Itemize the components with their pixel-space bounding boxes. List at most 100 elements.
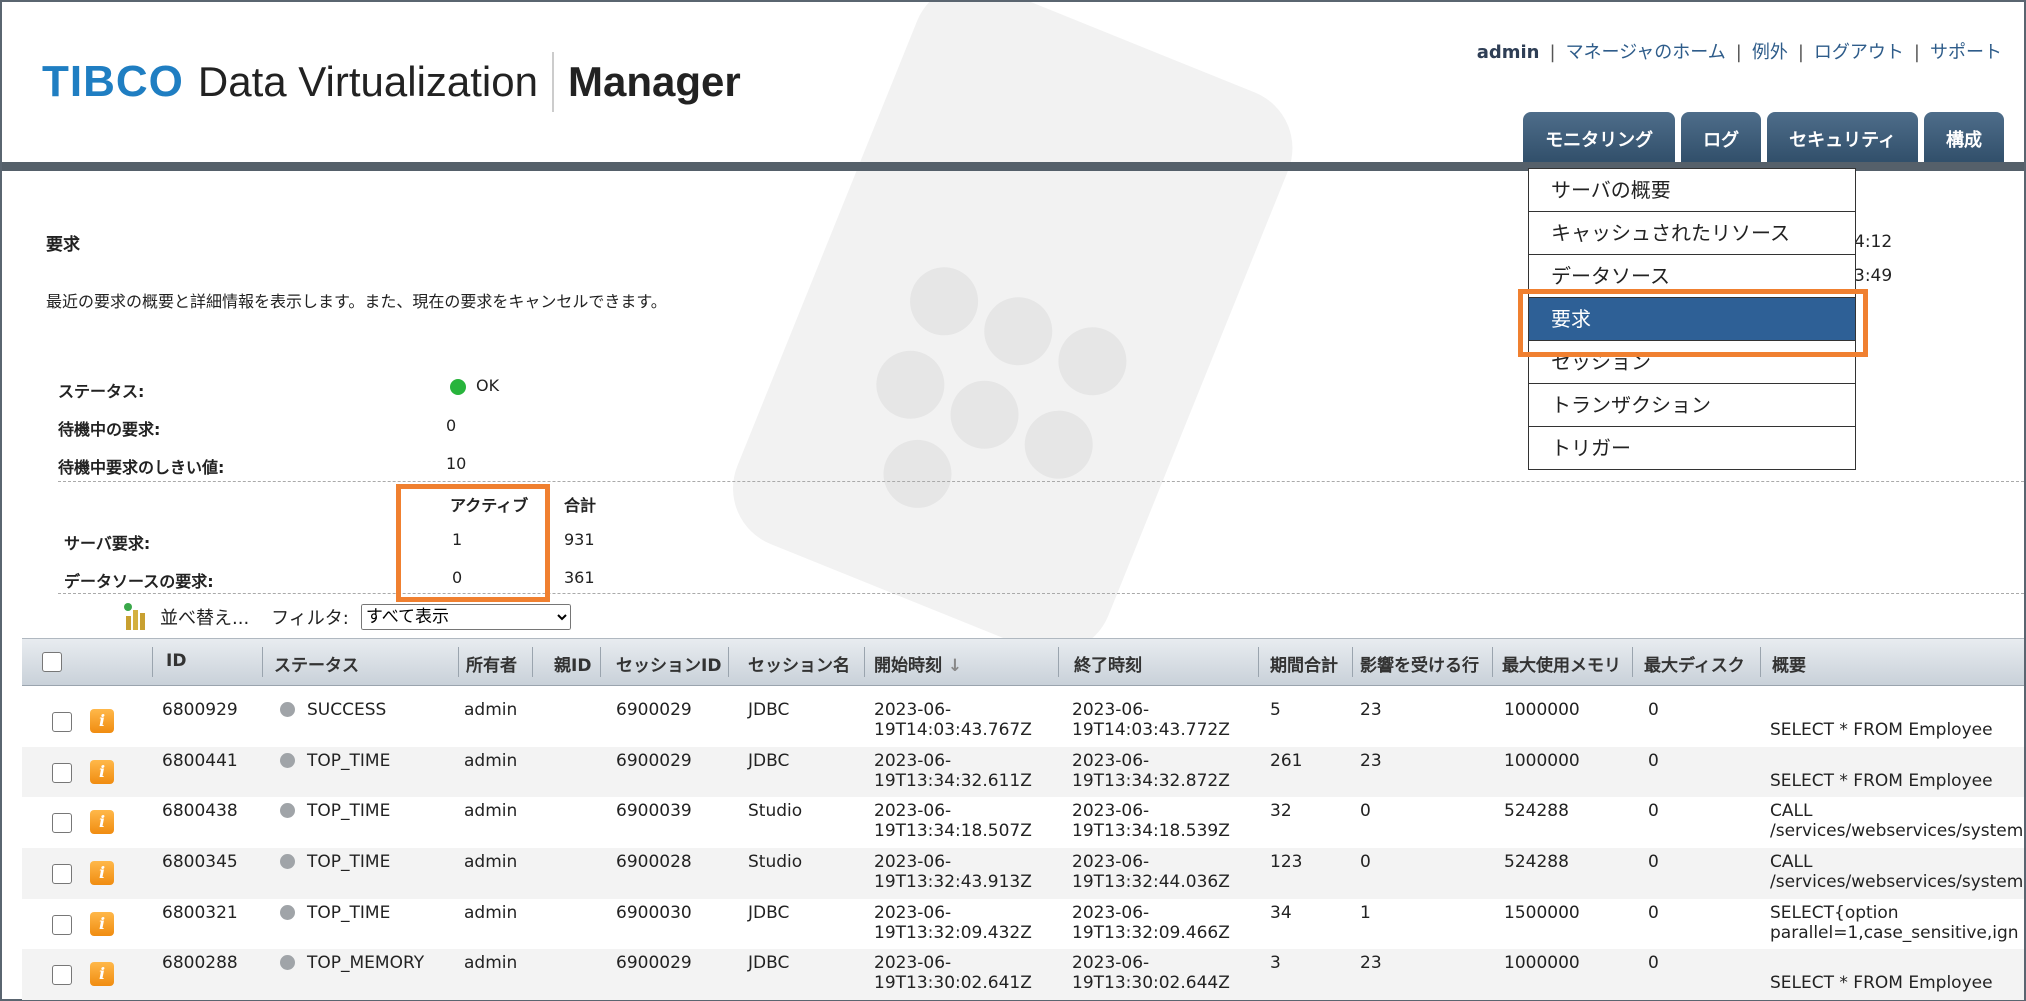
module-name: Manager <box>567 58 741 105</box>
brand-name: TIBCO <box>42 57 184 106</box>
col-start-time[interactable]: 開始時刻 ↓ <box>874 651 962 676</box>
cell-session-id: 6900029 <box>616 750 692 771</box>
table-row[interactable]: i 6800321 TOP_TIME admin 6900030 JDBC 2023-06-… <box>22 899 2024 950</box>
info-icon[interactable]: i <box>90 962 114 987</box>
sort-desc-icon: ↓ <box>947 656 963 676</box>
col-max-disk[interactable]: 最大ディスク <box>1644 651 1745 676</box>
cell-owner: admin <box>464 700 518 720</box>
tab-security[interactable]: セキュリティ <box>1767 112 1918 166</box>
support-link[interactable]: サポート <box>1930 42 2002 63</box>
filter-bar: 並べ替え... フィルタ: すべて表示 <box>122 602 571 632</box>
threshold-value: 10 <box>446 454 467 473</box>
col-session-id[interactable]: セッションID <box>616 651 721 676</box>
table-row[interactable]: i 6800929 SUCCESS admin 6900029 JDBC 2023-06- 1… <box>22 696 2024 747</box>
col-end-time[interactable]: 終了時刻 <box>1074 651 1142 676</box>
cell-owner: admin <box>464 852 518 873</box>
info-icon[interactable]: i <box>90 709 114 733</box>
row-checkbox[interactable] <box>52 813 72 834</box>
cell-session-id: 6900028 <box>616 852 692 873</box>
cell-session-id: 6900029 <box>616 700 692 720</box>
partial-text: 3:49 <box>1854 266 1893 286</box>
row-checkbox[interactable] <box>52 914 72 935</box>
cell-session-id: 6900030 <box>616 902 692 923</box>
cell-session-id: 6900029 <box>616 953 692 974</box>
tab-config[interactable]: 構成 <box>1924 112 2004 166</box>
col-session-name[interactable]: セッション名 <box>748 651 850 676</box>
status-dot-icon <box>280 854 295 870</box>
cell-duration: 3 <box>1270 953 1281 974</box>
main-tabs: モニタリング ログ セキュリティ 構成 <box>1523 112 2004 166</box>
status-value: OK <box>450 376 499 395</box>
cell-session-name: JDBC <box>748 953 790 974</box>
cell-session-name: Studio <box>748 801 803 822</box>
table-header: ID ステータス 所有者 親ID セッションID セッション名 開始時刻 ↓ 終… <box>22 638 2024 686</box>
col-status[interactable]: ステータス <box>274 651 359 676</box>
cell-start-time: 2023-06- 19T14:03:43.767Z <box>874 700 1032 740</box>
info-icon[interactable]: i <box>90 759 114 784</box>
status-ok-icon <box>450 378 466 395</box>
filter-select[interactable]: すべて表示 <box>360 604 571 630</box>
cell-id: 6800321 <box>162 902 238 923</box>
user-name: admin <box>1476 42 1540 63</box>
menu-item-server-overview[interactable]: サーバの概要 <box>1529 169 1855 212</box>
cell-start-time: 2023-06- 19T13:34:32.611Z <box>874 750 1032 791</box>
cell-status: TOP_TIME <box>280 751 390 771</box>
cell-max-disk: 0 <box>1648 700 1659 720</box>
menu-item-cached-resources[interactable]: キャッシュされたリソース <box>1529 212 1855 255</box>
row-checkbox[interactable] <box>52 762 72 783</box>
menu-item-triggers[interactable]: トリガー <box>1529 427 1855 469</box>
col-id[interactable]: ID <box>166 651 186 671</box>
cell-owner: admin <box>464 902 518 923</box>
cell-max-memory: 1000000 <box>1504 750 1580 771</box>
cell-session-name: JDBC <box>748 750 790 771</box>
col-affected-rows[interactable]: 影響を受ける行 <box>1360 651 1479 676</box>
cell-id: 6800929 <box>162 700 238 720</box>
cell-max-memory: 1000000 <box>1504 953 1580 974</box>
cell-max-disk: 0 <box>1648 852 1659 873</box>
col-owner[interactable]: 所有者 <box>466 651 517 676</box>
row-checkbox[interactable] <box>52 864 72 885</box>
cell-owner: admin <box>464 953 518 974</box>
table-row[interactable]: i 6800288 TOP_MEMORY admin 6900029 JDBC 2023-0… <box>22 949 2024 1001</box>
table-row[interactable]: i 6800441 TOP_TIME admin 6900029 JDBC 2023-06-… <box>22 746 2024 798</box>
select-all-checkbox[interactable] <box>42 652 62 672</box>
cell-duration: 123 <box>1270 852 1303 873</box>
cell-owner: admin <box>464 750 518 771</box>
status-label: ステータス: <box>58 382 145 401</box>
status-dot-icon <box>280 803 295 819</box>
cell-affected-rows: 23 <box>1360 700 1382 720</box>
tab-log[interactable]: ログ <box>1681 112 1762 166</box>
cell-end-time: 2023-06- 19T13:32:44.036Z <box>1072 852 1230 893</box>
table-row[interactable]: i 6800438 TOP_TIME admin 6900039 Studio 2023-0… <box>22 797 2024 848</box>
exceptions-link[interactable]: 例外 <box>1752 42 1788 63</box>
cell-max-disk: 0 <box>1648 953 1659 974</box>
home-link[interactable]: マネージャのホーム <box>1566 42 1726 63</box>
info-icon[interactable]: i <box>90 911 114 936</box>
info-icon[interactable]: i <box>90 861 114 886</box>
logo-divider <box>551 52 554 112</box>
cell-summary: CALL/services/webservices/system <box>1770 801 2024 842</box>
col-summary[interactable]: 概要 <box>1772 651 1806 676</box>
col-parent-id[interactable]: 親ID <box>554 651 591 676</box>
cell-status: TOP_MEMORY <box>280 953 424 973</box>
cell-summary: SELECT{option parallel=1,case_sensitive,i… <box>1770 902 2019 943</box>
table-row[interactable]: i 6800345 TOP_TIME admin 6900028 Studio 2023-0… <box>22 848 2024 899</box>
row-checkbox[interactable] <box>52 965 72 986</box>
cell-summary: SELECT * FROM Employee <box>1770 720 1993 740</box>
tab-monitoring[interactable]: モニタリング <box>1523 112 1676 166</box>
cell-max-memory: 524288 <box>1504 801 1569 822</box>
col-max-memory[interactable]: 最大使用メモリ <box>1502 651 1621 676</box>
info-icon[interactable]: i <box>90 810 114 835</box>
cell-id: 6800345 <box>162 852 238 873</box>
row-checkbox[interactable] <box>52 712 72 732</box>
logout-link[interactable]: ログアウト <box>1814 42 1904 63</box>
cell-summary: SELECT * FROM Employee <box>1770 770 1993 791</box>
server-total-value: 931 <box>564 530 595 549</box>
sort-button[interactable]: 並べ替え... <box>160 604 249 630</box>
cell-max-memory: 524288 <box>1504 852 1569 873</box>
cell-duration: 34 <box>1270 902 1292 923</box>
menu-item-transactions[interactable]: トランザクション <box>1529 384 1855 427</box>
col-duration[interactable]: 期間合計 <box>1270 651 1338 676</box>
sort-icon[interactable] <box>122 602 152 632</box>
cell-id: 6800441 <box>162 750 238 771</box>
